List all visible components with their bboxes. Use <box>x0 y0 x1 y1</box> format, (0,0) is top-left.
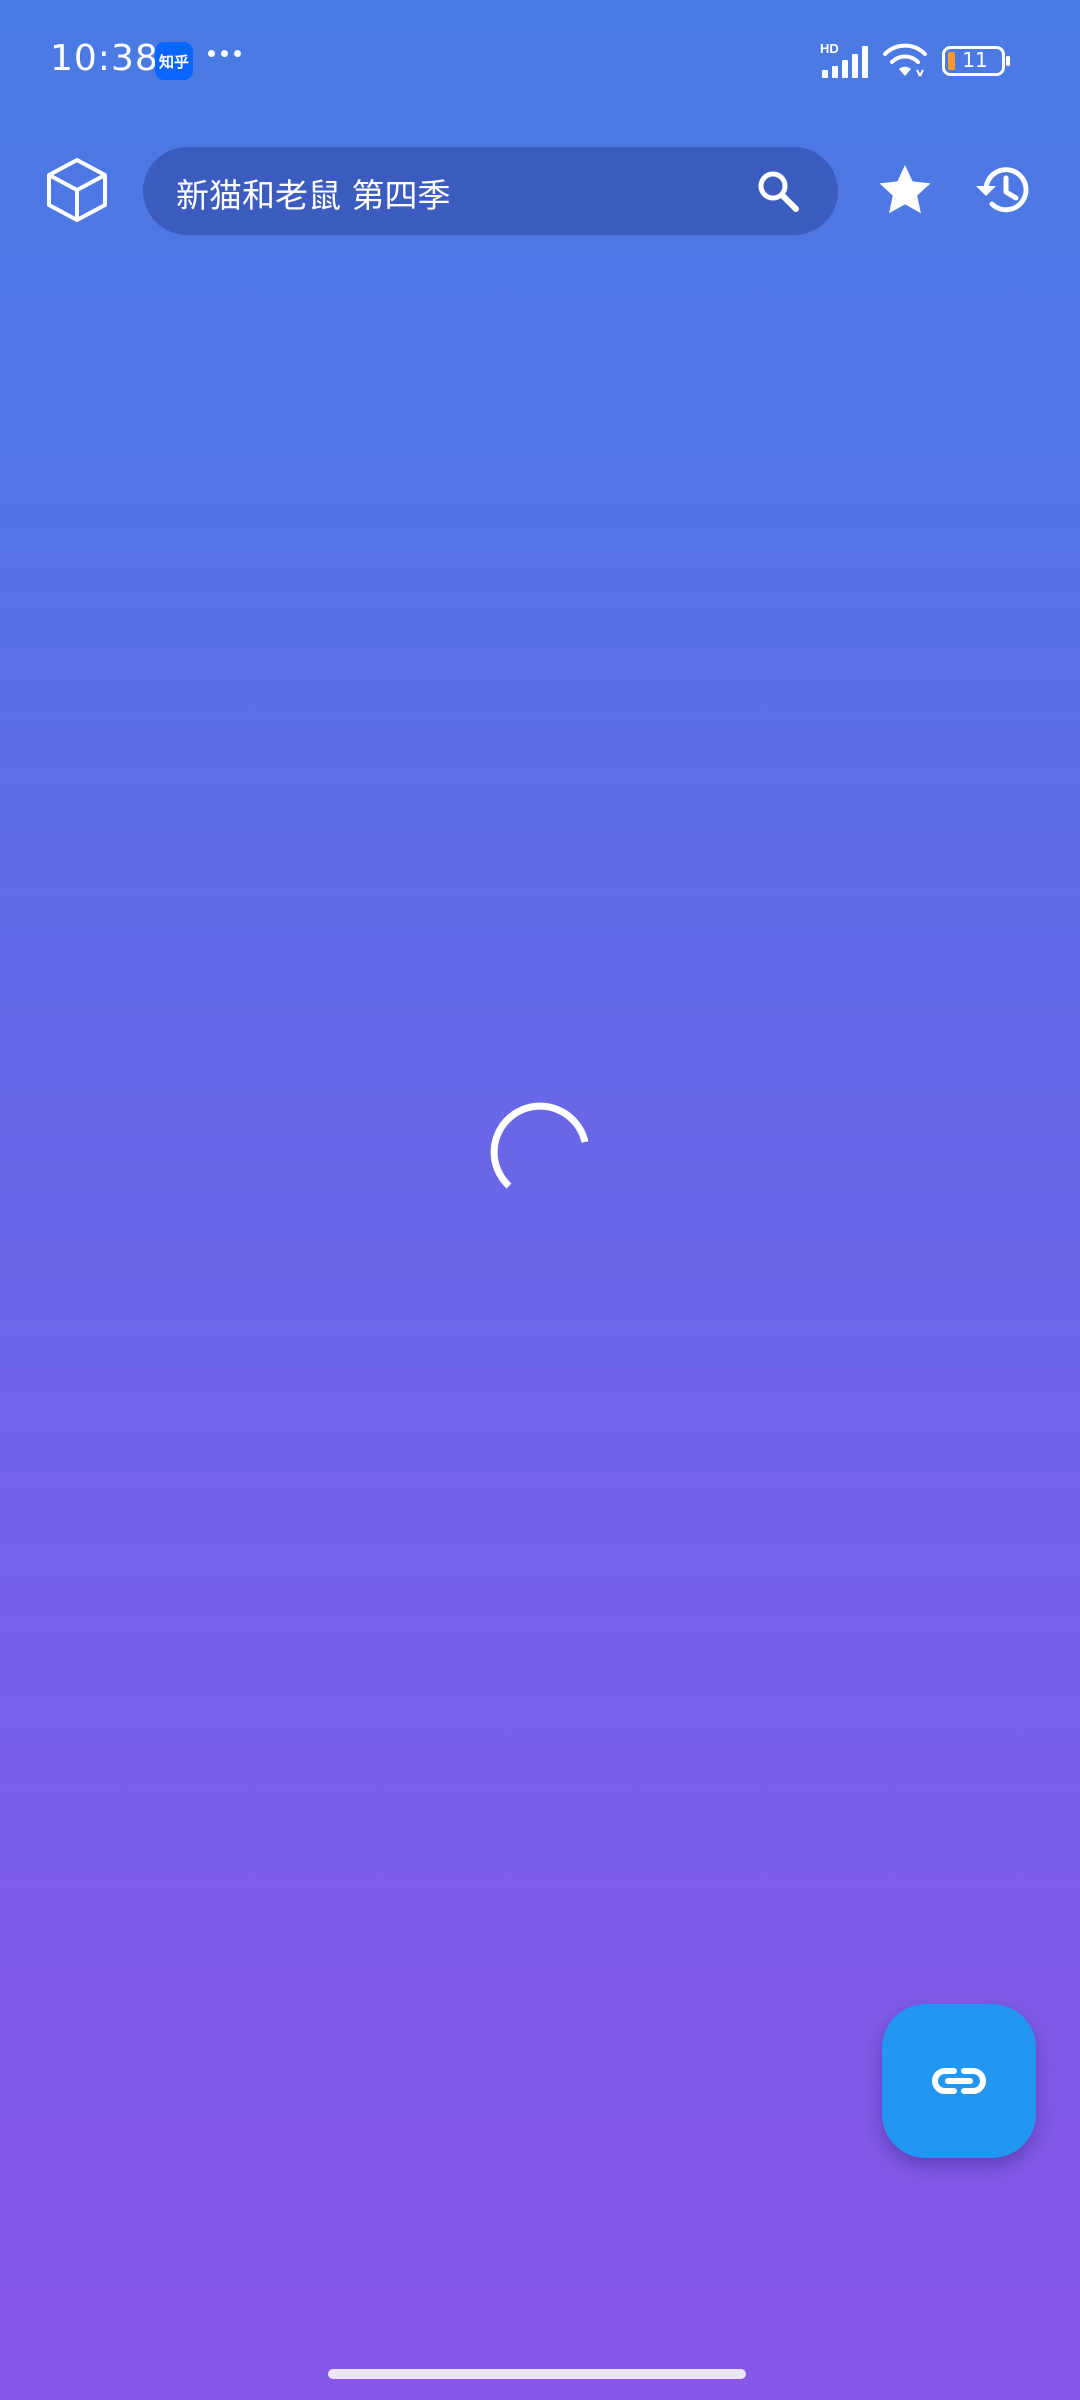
search-input[interactable]: 新猫和老鼠 第四季 <box>176 169 451 217</box>
link-icon <box>932 2068 986 2094</box>
status-time: 10:38 <box>50 38 159 79</box>
battery-level: 11 <box>962 48 988 72</box>
cube-icon[interactable] <box>42 155 112 225</box>
search-icon[interactable] <box>754 167 802 215</box>
star-icon[interactable] <box>876 162 934 220</box>
status-bar: 10:38 知乎 HD 11 <box>0 0 1080 120</box>
signal-icon: HD <box>820 41 868 78</box>
wifi-icon <box>883 43 927 77</box>
home-indicator[interactable] <box>328 2369 746 2379</box>
network-label: HD <box>820 41 839 56</box>
zhihu-notification-icon: 知乎 <box>155 42 193 80</box>
loading-spinner <box>490 1102 589 1189</box>
history-icon[interactable] <box>972 158 1036 222</box>
link-button[interactable] <box>882 2004 1036 2158</box>
more-notifications-icon <box>208 50 241 57</box>
search-bar[interactable]: 新猫和老鼠 第四季 <box>143 147 838 235</box>
